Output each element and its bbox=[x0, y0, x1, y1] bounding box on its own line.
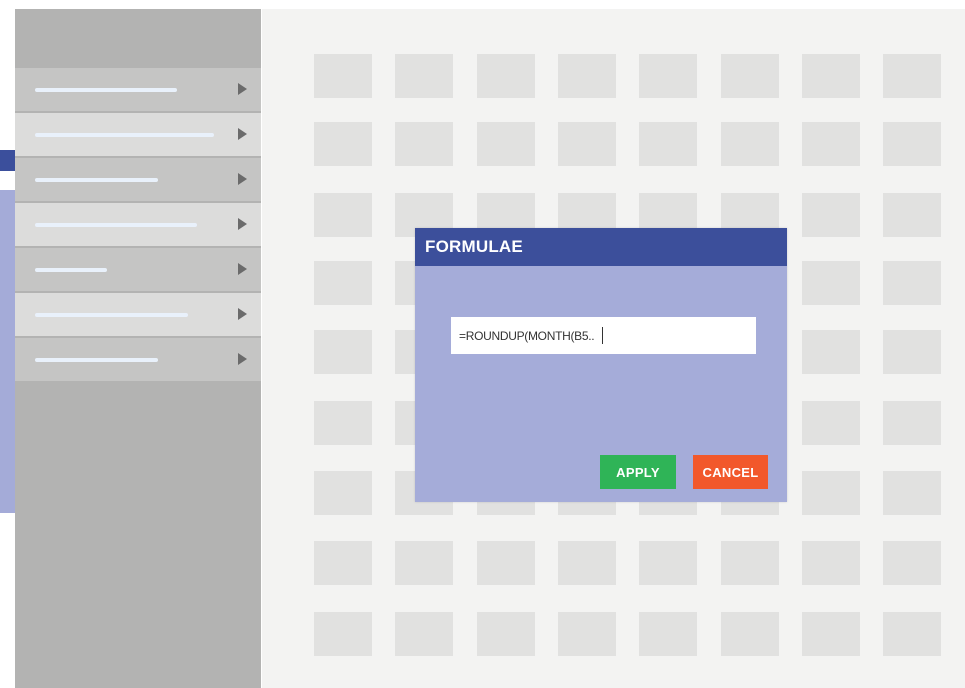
grid-cell[interactable] bbox=[721, 54, 779, 98]
grid-cell[interactable] bbox=[802, 122, 860, 166]
grid-cell[interactable] bbox=[802, 612, 860, 656]
play-arrow-icon bbox=[238, 218, 247, 230]
formula-input[interactable]: =ROUNDUP(MONTH(B5.. bbox=[451, 317, 756, 354]
grid-cell[interactable] bbox=[883, 261, 941, 305]
grid-cell[interactable] bbox=[558, 541, 616, 585]
grid-cell[interactable] bbox=[477, 122, 535, 166]
grid-cell[interactable] bbox=[558, 612, 616, 656]
play-arrow-icon bbox=[238, 353, 247, 365]
grid-cell[interactable] bbox=[802, 54, 860, 98]
grid-cell[interactable] bbox=[395, 541, 453, 585]
grid-cell[interactable] bbox=[721, 541, 779, 585]
grid-cell[interactable] bbox=[314, 401, 372, 445]
grid-cell[interactable] bbox=[558, 54, 616, 98]
grid-cell[interactable] bbox=[314, 330, 372, 374]
grid-cell[interactable] bbox=[802, 541, 860, 585]
grid-cell[interactable] bbox=[314, 193, 372, 237]
sidebar bbox=[15, 9, 261, 688]
grid-cell[interactable] bbox=[802, 471, 860, 515]
grid-cell[interactable] bbox=[883, 612, 941, 656]
grid-cell[interactable] bbox=[639, 612, 697, 656]
grid-cell[interactable] bbox=[395, 54, 453, 98]
play-arrow-icon bbox=[238, 173, 247, 185]
grid-cell[interactable] bbox=[639, 54, 697, 98]
grid-cell[interactable] bbox=[477, 541, 535, 585]
sidebar-menu-item-7[interactable] bbox=[15, 338, 261, 381]
sidebar-menu-item-3[interactable] bbox=[15, 158, 261, 201]
cancel-button[interactable]: CANCEL bbox=[693, 455, 768, 489]
sidebar-menu-item-4[interactable] bbox=[15, 203, 261, 246]
sidebar-menu-item-2[interactable] bbox=[15, 113, 261, 156]
grid-cell[interactable] bbox=[639, 122, 697, 166]
grid-cell[interactable] bbox=[721, 612, 779, 656]
grid-cell[interactable] bbox=[314, 612, 372, 656]
play-arrow-icon bbox=[238, 83, 247, 95]
grid-cell[interactable] bbox=[477, 54, 535, 98]
menu-item-placeholder-line bbox=[35, 88, 177, 92]
grid-cell[interactable] bbox=[314, 471, 372, 515]
menu-item-placeholder-line bbox=[35, 178, 158, 182]
grid-cell[interactable] bbox=[883, 541, 941, 585]
play-arrow-icon bbox=[238, 128, 247, 140]
grid-cell[interactable] bbox=[314, 122, 372, 166]
sidebar-menu-item-6[interactable] bbox=[15, 293, 261, 336]
grid-cell[interactable] bbox=[883, 330, 941, 374]
grid-cell[interactable] bbox=[883, 471, 941, 515]
grid-cell[interactable] bbox=[477, 612, 535, 656]
menu-item-placeholder-line bbox=[35, 268, 107, 272]
grid-cell[interactable] bbox=[883, 122, 941, 166]
grid-cell[interactable] bbox=[883, 193, 941, 237]
grid-cell[interactable] bbox=[639, 541, 697, 585]
menu-item-placeholder-line bbox=[35, 313, 188, 317]
menu-item-placeholder-line bbox=[35, 133, 214, 137]
play-arrow-icon bbox=[238, 263, 247, 275]
menu-item-placeholder-line bbox=[35, 223, 197, 227]
grid-cell[interactable] bbox=[314, 54, 372, 98]
grid-cell[interactable] bbox=[395, 612, 453, 656]
menu-item-placeholder-line bbox=[35, 358, 158, 362]
formulae-dialog: FORMULAE =ROUNDUP(MONTH(B5.. APPLY CANCE… bbox=[415, 228, 787, 502]
apply-button[interactable]: APPLY bbox=[600, 455, 676, 489]
sidebar-menu-item-5[interactable] bbox=[15, 248, 261, 291]
formula-input-value: =ROUNDUP(MONTH(B5.. bbox=[459, 328, 595, 343]
grid-cell[interactable] bbox=[558, 122, 616, 166]
dialog-header: FORMULAE bbox=[415, 228, 787, 266]
grid-cell[interactable] bbox=[802, 330, 860, 374]
grid-cell[interactable] bbox=[883, 54, 941, 98]
grid-cell[interactable] bbox=[395, 122, 453, 166]
grid-cell[interactable] bbox=[721, 122, 779, 166]
dialog-title: FORMULAE bbox=[425, 237, 523, 256]
text-cursor bbox=[602, 327, 604, 344]
play-arrow-icon bbox=[238, 308, 247, 320]
sidebar-menu-item-1[interactable] bbox=[15, 68, 261, 111]
grid-cell[interactable] bbox=[314, 261, 372, 305]
left-accent-bar bbox=[0, 150, 15, 171]
left-side-panel bbox=[0, 190, 15, 513]
grid-cell[interactable] bbox=[802, 401, 860, 445]
grid-cell[interactable] bbox=[802, 261, 860, 305]
grid-cell[interactable] bbox=[802, 193, 860, 237]
grid-cell[interactable] bbox=[883, 401, 941, 445]
grid-cell[interactable] bbox=[314, 541, 372, 585]
